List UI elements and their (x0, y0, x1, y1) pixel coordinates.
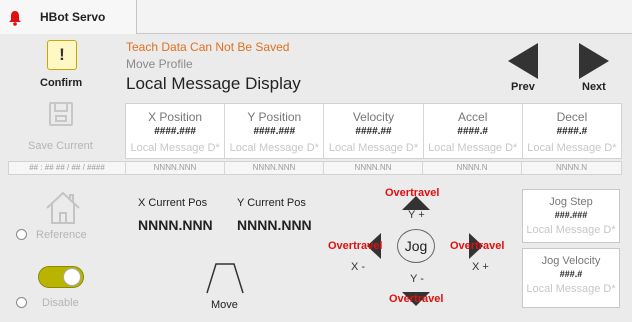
move-profile-label: Move Profile (126, 57, 193, 71)
grid-message: Local Message D* (527, 142, 617, 154)
grid-header: Velocity (352, 110, 395, 124)
grid-header: Accel (458, 110, 488, 124)
jog-step-value: ###.### (554, 210, 588, 220)
toggle-knob (63, 268, 81, 286)
next-button[interactable]: Next (582, 81, 606, 93)
reference-label: Reference (36, 229, 87, 241)
y-current-pos-value: NNNN.NNN (237, 217, 312, 233)
prev-button[interactable]: Prev (511, 81, 535, 93)
footer-cell: NNNN.NN (324, 162, 423, 174)
tab-label: HBot Servo (40, 10, 106, 24)
prev-arrow-icon[interactable] (508, 43, 538, 79)
save-icon[interactable] (49, 102, 73, 126)
footer-cell: NNNN.NNN (126, 162, 225, 174)
bell-icon[interactable] (8, 10, 22, 26)
jog-velocity-value: ###.# (559, 269, 583, 279)
footer-cell: NNNN.N (423, 162, 522, 174)
warning-icon[interactable]: ! (47, 40, 77, 70)
x-current-pos-value: NNNN.NNN (138, 217, 213, 233)
y-minus-label: Y - (410, 273, 424, 285)
disable-radio[interactable] (16, 297, 27, 308)
warning-text: Teach Data Can Not Be Saved (126, 40, 290, 54)
overtravel-down-label: Overtravel (389, 293, 444, 305)
save-current-button[interactable]: Save Current (28, 140, 93, 152)
grid-message: Local Message D* (328, 142, 419, 154)
grid-col-x-position[interactable]: X Position ####.### Local Message D* (126, 104, 226, 158)
grid-value: ####.# (556, 126, 588, 137)
x-plus-label: X + (472, 261, 489, 273)
confirm-button[interactable]: Confirm (40, 77, 82, 89)
position-grid: X Position ####.### Local Message D* Y P… (125, 103, 622, 159)
timestamp-cell: ## : ## ## / ## / #### (9, 162, 126, 174)
grid-header: Y Position (247, 110, 302, 124)
jog-button[interactable]: Jog (397, 229, 435, 263)
disable-label: Disable (42, 297, 79, 309)
grid-footer-row: ## : ## ## / ## / #### NNNN.NNN NNNN.NNN… (8, 161, 622, 175)
grid-col-decel[interactable]: Decel ####.# Local Message D* (523, 104, 621, 158)
message-title: Local Message Display (126, 74, 301, 93)
grid-value: ####.### (253, 126, 296, 137)
overtravel-up-label: Overtravel (385, 187, 440, 199)
grid-message: Local Message D* (130, 142, 220, 154)
grid-value: ####.# (457, 126, 488, 137)
jog-velocity-message: Local Message D* (526, 283, 616, 295)
move-profile-icon[interactable] (205, 262, 245, 294)
grid-col-accel[interactable]: Accel ####.# Local Message D* (424, 104, 523, 158)
y-current-pos-label: Y Current Pos (237, 197, 306, 209)
footer-cell: NNNN.NNN (225, 162, 324, 174)
next-arrow-icon[interactable] (579, 43, 609, 79)
overtravel-left-label: Overtravel (328, 240, 383, 252)
reference-radio[interactable] (16, 229, 27, 240)
grid-header: Decel (556, 110, 588, 124)
footer-cell: NNNN.N (555, 163, 588, 172)
y-plus-label: Y + (408, 209, 425, 221)
move-button[interactable]: Move (211, 299, 238, 311)
jog-step-message: Local Message D* (526, 224, 616, 236)
jog-step-field[interactable]: Jog Step ###.### Local Message D* (522, 189, 620, 243)
overtravel-right-label: Overtravel (450, 240, 505, 252)
x-current-pos-label: X Current Pos (138, 197, 208, 209)
jog-step-header: Jog Step (549, 196, 593, 208)
jog-velocity-header: Jog Velocity (541, 255, 601, 267)
grid-message: Local Message D* (428, 142, 518, 154)
grid-value: ####.## (355, 126, 392, 137)
grid-col-velocity[interactable]: Velocity ####.## Local Message D* (324, 104, 424, 158)
home-icon[interactable] (44, 190, 82, 226)
grid-value: ####.### (154, 126, 196, 137)
jog-velocity-field[interactable]: Jog Velocity ###.# Local Message D* (522, 248, 620, 308)
x-minus-label: X - (351, 261, 366, 273)
disable-toggle[interactable] (38, 266, 84, 288)
grid-message: Local Message D* (229, 142, 319, 154)
grid-col-y-position[interactable]: Y Position ####.### Local Message D* (225, 104, 325, 158)
grid-header: X Position (148, 110, 203, 124)
